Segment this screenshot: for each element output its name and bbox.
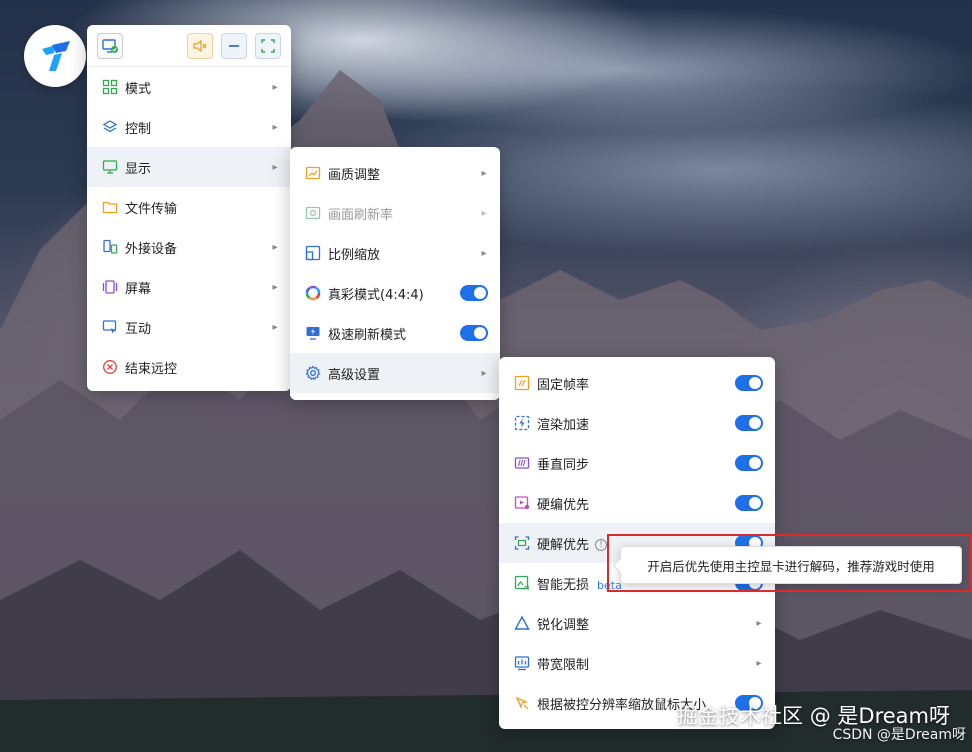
display-submenu: 画质调整 ▸ 画面刷新率 ▸ 比例缩放 ▸ 真彩模式(4:4:4) 极速刷新模式… xyxy=(290,147,500,400)
gear-icon xyxy=(304,364,322,382)
true-color-toggle[interactable] xyxy=(460,285,488,301)
app-logo[interactable] xyxy=(24,25,86,87)
minimize-button[interactable] xyxy=(221,32,247,59)
menu-item-label: 渲染加速 xyxy=(537,417,590,433)
grid-icon xyxy=(101,78,119,96)
chevron-right-icon: ▸ xyxy=(272,81,278,93)
menu-item-label: 垂直同步 xyxy=(537,457,590,473)
render-accel-toggle[interactable] xyxy=(735,415,763,431)
fixed-framerate-toggle[interactable] xyxy=(735,375,763,391)
chevron-right-icon: ▸ xyxy=(272,321,278,333)
chevron-right-icon: ▸ xyxy=(272,121,278,133)
hw-encode-icon xyxy=(513,494,531,512)
screen-check-icon xyxy=(102,38,118,53)
menu-item-label: 极速刷新模式 xyxy=(328,327,407,343)
menu-item-label: 屏幕 xyxy=(125,281,152,297)
framerate-icon xyxy=(513,374,531,392)
menu-item-label: 比例缩放 xyxy=(328,247,381,263)
menu-item-refresh-rate: 画面刷新率 ▸ xyxy=(290,193,500,233)
menu-item-display[interactable]: 显示 ▸ xyxy=(87,147,291,187)
screens-icon xyxy=(101,278,119,296)
triangle-icon xyxy=(513,614,531,632)
fullscreen-button[interactable] xyxy=(255,32,281,59)
menu-item-interact[interactable]: 互动 ▸ xyxy=(87,307,291,347)
menu-item-label: 锐化调整 xyxy=(537,617,590,633)
cursor-scale-icon xyxy=(513,694,531,712)
main-menu: 模式 ▸ 控制 ▸ 显示 ▸ 文件传输 外接设备 ▸ 屏幕 ▸ 互动 ▸ 结束远… xyxy=(87,25,291,391)
info-icon[interactable]: ! xyxy=(595,539,608,551)
menu-item-label: 模式 xyxy=(125,81,152,97)
chevron-right-icon: ▸ xyxy=(756,617,762,629)
menu-item-quality[interactable]: 画质调整 ▸ xyxy=(290,153,500,193)
chevron-right-icon: ▸ xyxy=(481,247,487,259)
remote-screen-button[interactable] xyxy=(97,32,123,59)
vsync-toggle[interactable] xyxy=(735,455,763,471)
menu-item-label: 画质调整 xyxy=(328,167,381,183)
menu-item-render-accel[interactable]: 渲染加速 xyxy=(499,403,775,443)
menu-item-advanced-settings[interactable]: 高级设置 ▸ xyxy=(290,353,500,393)
menu-item-sharpen[interactable]: 锐化调整 ▸ xyxy=(499,603,775,643)
folder-icon xyxy=(101,198,119,216)
color-wheel-icon xyxy=(304,284,322,302)
mute-button[interactable] xyxy=(187,32,213,59)
interact-icon xyxy=(101,318,119,336)
speaker-muted-icon xyxy=(193,39,207,52)
menu-item-file-transfer[interactable]: 文件传输 xyxy=(87,187,291,227)
lightning-monitor-icon xyxy=(304,324,322,342)
menu-item-vsync[interactable]: 垂直同步 xyxy=(499,443,775,483)
fast-refresh-toggle[interactable] xyxy=(460,325,488,341)
monitor-icon xyxy=(101,158,119,176)
menu-item-label: 结束远控 xyxy=(125,361,178,377)
menu-item-label: 真彩模式(4:4:4) xyxy=(328,287,424,303)
watermark-csdn: CSDN @是Dream呀 xyxy=(832,727,966,743)
todesk-logo-icon xyxy=(42,41,70,71)
menu-item-label: 硬编优先 xyxy=(537,497,590,513)
chevron-right-icon: ▸ xyxy=(272,281,278,293)
menu-item-mode[interactable]: 模式 ▸ xyxy=(87,67,291,107)
close-circle-icon xyxy=(101,358,119,376)
menu-item-control[interactable]: 控制 ▸ xyxy=(87,107,291,147)
menu-item-label: 固定帧率 xyxy=(537,377,590,393)
chevron-right-icon: ▸ xyxy=(272,161,278,173)
devices-icon xyxy=(101,238,119,256)
fullscreen-icon xyxy=(261,38,275,53)
menu-item-label: 互动 xyxy=(125,321,152,337)
ai-image-icon: AI xyxy=(513,574,531,592)
layers-icon xyxy=(101,118,119,136)
menu-item-fixed-framerate[interactable]: 固定帧率 xyxy=(499,363,775,403)
menu-item-external-devices[interactable]: 外接设备 ▸ xyxy=(87,227,291,267)
hw-decode-icon xyxy=(513,534,531,552)
menu-item-label: 控制 xyxy=(125,121,152,137)
scale-icon xyxy=(304,244,322,262)
highlight-box xyxy=(607,534,972,592)
chevron-right-icon: ▸ xyxy=(756,657,762,669)
menu-item-label: 画面刷新率 xyxy=(328,207,394,223)
menu-item-bandwidth[interactable]: 带宽限制 ▸ xyxy=(499,643,775,683)
chevron-right-icon: ▸ xyxy=(481,167,487,179)
minus-icon xyxy=(229,44,239,47)
menu-item-label: 外接设备 xyxy=(125,241,178,257)
refresh-screen-icon xyxy=(304,204,322,222)
menu-item-label: 带宽限制 xyxy=(537,657,590,673)
menu-item-screen[interactable]: 屏幕 ▸ xyxy=(87,267,291,307)
svg-text:AI: AI xyxy=(524,585,530,591)
chevron-right-icon: ▸ xyxy=(272,241,278,253)
menu-item-fast-refresh[interactable]: 极速刷新模式 xyxy=(290,313,500,353)
hw-encode-toggle[interactable] xyxy=(735,495,763,511)
chevron-right-icon: ▸ xyxy=(481,367,487,379)
render-accel-icon xyxy=(513,414,531,432)
menu-item-label: 文件传输 xyxy=(125,201,178,217)
chevron-right-icon: ▸ xyxy=(481,207,487,219)
menu-item-hw-encode[interactable]: 硬编优先 xyxy=(499,483,775,523)
menu-item-label: 高级设置 xyxy=(328,367,381,383)
menu-item-end-remote[interactable]: 结束远控 xyxy=(87,347,291,387)
vsync-icon xyxy=(513,454,531,472)
bandwidth-icon xyxy=(513,654,531,672)
quality-icon xyxy=(304,164,322,182)
menu-item-true-color[interactable]: 真彩模式(4:4:4) xyxy=(290,273,500,313)
menu-item-label: 显示 xyxy=(125,161,152,177)
menu-item-scaling[interactable]: 比例缩放 ▸ xyxy=(290,233,500,273)
menu-toolbar xyxy=(87,25,291,67)
